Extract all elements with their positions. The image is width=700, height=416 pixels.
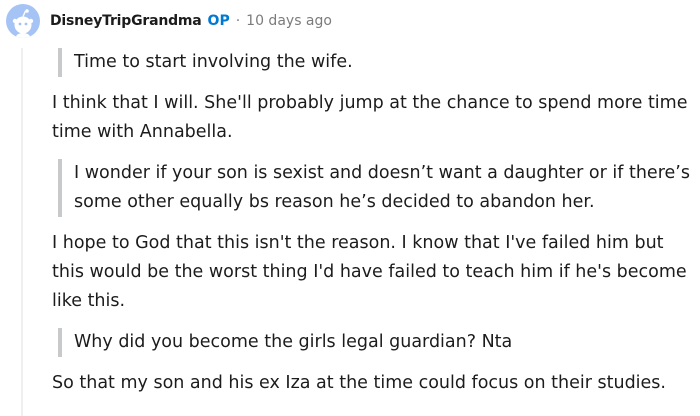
- username-link[interactable]: DisneyTripGrandma: [50, 13, 202, 29]
- reply-paragraph: I hope to God that this isn't the reason…: [52, 233, 687, 311]
- comment-body: Time to start involving the wife. I thin…: [52, 44, 700, 410]
- quote-block: Why did you become the girls legal guard…: [58, 328, 700, 357]
- avatar-icon[interactable]: [6, 4, 40, 38]
- meta-separator: ·: [235, 13, 241, 29]
- quote-block: Time to start involving the wife.: [58, 48, 700, 77]
- quote-block: I wonder if your son is sexist and doesn…: [58, 159, 700, 217]
- thread-line[interactable]: [21, 48, 23, 416]
- reply-paragraph: So that my son and his ex Iza at the tim…: [52, 373, 666, 393]
- op-badge: OP: [207, 13, 230, 29]
- reply-paragraph: I think that I will. She'll probably jum…: [52, 93, 688, 142]
- comment-header: DisneyTripGrandma OP · 10 days ago: [6, 3, 332, 39]
- comment-timestamp[interactable]: 10 days ago: [246, 13, 332, 29]
